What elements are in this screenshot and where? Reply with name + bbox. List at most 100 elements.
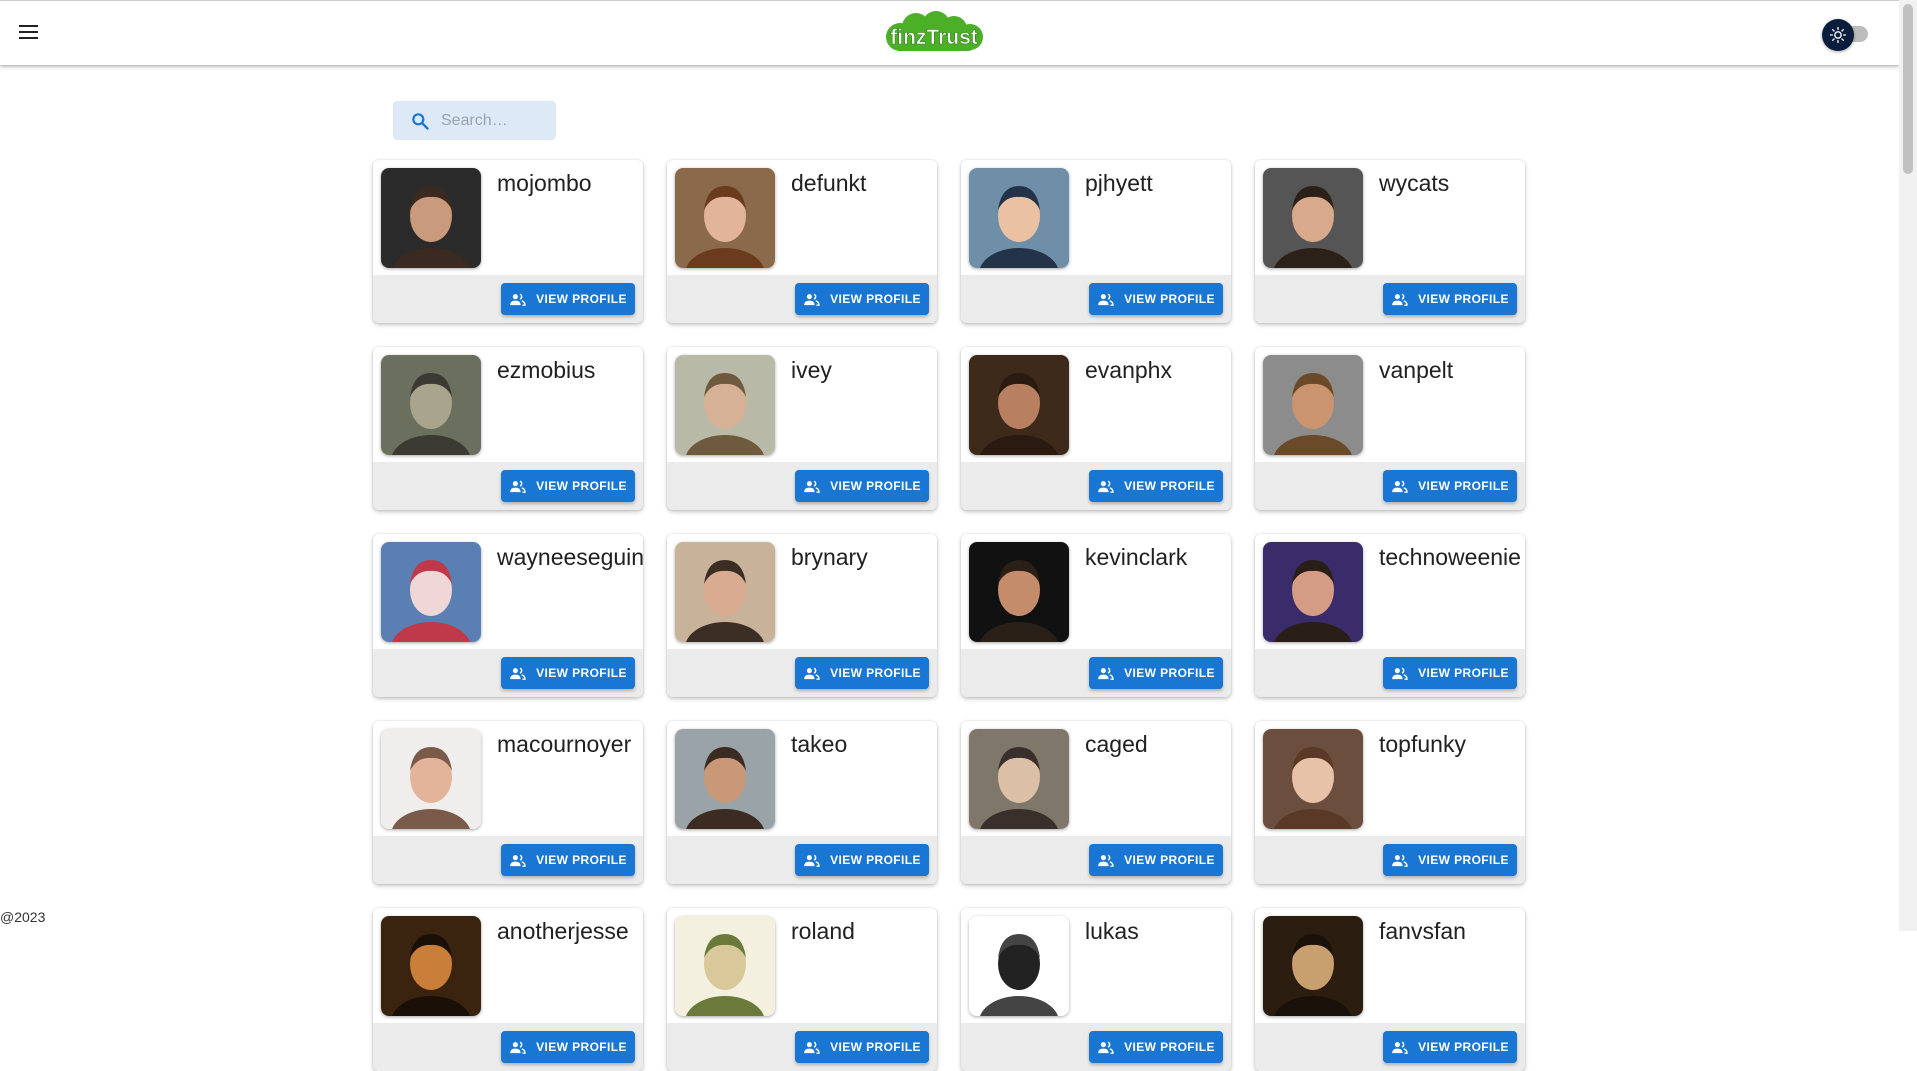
search-input[interactable]	[439, 110, 553, 131]
people-icon	[1392, 293, 1408, 306]
view-profile-button[interactable]: VIEW PROFILE	[1383, 844, 1517, 876]
view-profile-button[interactable]: VIEW PROFILE	[795, 657, 929, 689]
view-profile-button[interactable]: VIEW PROFILE	[1089, 1031, 1223, 1063]
avatar[interactable]	[381, 355, 481, 455]
username: takeo	[791, 731, 848, 757]
app-bar: finzTrust	[0, 0, 1899, 65]
avatar[interactable]	[969, 729, 1069, 829]
page-scrollbar[interactable]	[1899, 0, 1917, 931]
username: topfunky	[1379, 731, 1466, 757]
view-profile-label: VIEW PROFILE	[830, 1040, 921, 1054]
avatar[interactable]	[675, 916, 775, 1016]
user-card: evanphx VIEW PROFILE	[961, 347, 1231, 510]
avatar[interactable]	[675, 542, 775, 642]
people-icon	[1098, 1041, 1114, 1054]
user-card: wycats VIEW PROFILE	[1255, 160, 1525, 323]
username: defunkt	[791, 170, 867, 196]
avatar[interactable]	[381, 729, 481, 829]
avatar[interactable]	[969, 355, 1069, 455]
view-profile-button[interactable]: VIEW PROFILE	[1383, 283, 1517, 315]
view-profile-label: VIEW PROFILE	[1124, 853, 1215, 867]
user-card: macournoyer VIEW PROFILE	[373, 721, 643, 884]
username: vanpelt	[1379, 357, 1454, 383]
people-icon	[1098, 854, 1114, 867]
user-card: brynary VIEW PROFILE	[667, 534, 937, 697]
people-icon	[1392, 480, 1408, 493]
view-profile-label: VIEW PROFILE	[830, 853, 921, 867]
view-profile-label: VIEW PROFILE	[830, 666, 921, 680]
view-profile-button[interactable]: VIEW PROFILE	[1383, 470, 1517, 502]
username: mojombo	[497, 170, 592, 196]
user-card: roland VIEW PROFILE	[667, 908, 937, 1071]
svg-text:finzTrust: finzTrust	[890, 26, 978, 49]
view-profile-label: VIEW PROFILE	[1124, 292, 1215, 306]
card-actions: VIEW PROFILE	[667, 462, 937, 510]
avatar[interactable]	[1263, 355, 1363, 455]
people-icon	[510, 667, 526, 680]
view-profile-button[interactable]: VIEW PROFILE	[501, 470, 635, 502]
people-icon	[510, 293, 526, 306]
avatar[interactable]	[381, 916, 481, 1016]
card-actions: VIEW PROFILE	[373, 462, 643, 510]
username: technoweenie	[1379, 544, 1521, 570]
avatar[interactable]	[675, 729, 775, 829]
view-profile-button[interactable]: VIEW PROFILE	[1089, 470, 1223, 502]
people-icon	[1392, 1041, 1408, 1054]
view-profile-label: VIEW PROFILE	[1124, 479, 1215, 493]
view-profile-button[interactable]: VIEW PROFILE	[501, 283, 635, 315]
search-box[interactable]	[393, 101, 556, 140]
view-profile-button[interactable]: VIEW PROFILE	[795, 844, 929, 876]
username: evanphx	[1085, 357, 1172, 383]
copyright-text: @2023	[0, 909, 46, 925]
avatar[interactable]	[381, 168, 481, 268]
view-profile-label: VIEW PROFILE	[1124, 1040, 1215, 1054]
menu-icon[interactable]	[14, 21, 44, 47]
view-profile-button[interactable]: VIEW PROFILE	[795, 1031, 929, 1063]
user-card: anotherjesse VIEW PROFILE	[373, 908, 643, 1071]
view-profile-button[interactable]: VIEW PROFILE	[1089, 657, 1223, 689]
username: macournoyer	[497, 731, 632, 757]
scrollbar-thumb[interactable]	[1903, 4, 1913, 174]
avatar[interactable]	[1263, 729, 1363, 829]
view-profile-button[interactable]: VIEW PROFILE	[1383, 657, 1517, 689]
avatar[interactable]	[969, 916, 1069, 1016]
people-icon	[1098, 293, 1114, 306]
theme-toggle[interactable]	[1822, 19, 1872, 51]
avatar[interactable]	[381, 542, 481, 642]
username: roland	[791, 918, 855, 944]
view-profile-button[interactable]: VIEW PROFILE	[501, 1031, 635, 1063]
avatar[interactable]	[675, 168, 775, 268]
view-profile-button[interactable]: VIEW PROFILE	[795, 283, 929, 315]
view-profile-button[interactable]: VIEW PROFILE	[1383, 1031, 1517, 1063]
view-profile-label: VIEW PROFILE	[1418, 853, 1509, 867]
card-actions: VIEW PROFILE	[373, 836, 643, 884]
people-icon	[510, 1041, 526, 1054]
card-actions: VIEW PROFILE	[961, 275, 1231, 323]
avatar[interactable]	[1263, 916, 1363, 1016]
view-profile-label: VIEW PROFILE	[536, 1040, 627, 1054]
view-profile-button[interactable]: VIEW PROFILE	[1089, 283, 1223, 315]
card-actions: VIEW PROFILE	[373, 1023, 643, 1071]
people-icon	[1392, 854, 1408, 867]
avatar[interactable]	[1263, 542, 1363, 642]
card-actions: VIEW PROFILE	[961, 836, 1231, 884]
search-icon	[412, 112, 429, 130]
view-profile-button[interactable]: VIEW PROFILE	[501, 844, 635, 876]
card-actions: VIEW PROFILE	[1255, 836, 1525, 884]
card-actions: VIEW PROFILE	[667, 275, 937, 323]
avatar[interactable]	[1263, 168, 1363, 268]
people-icon	[804, 480, 820, 493]
avatar[interactable]	[969, 542, 1069, 642]
avatar[interactable]	[675, 355, 775, 455]
username: wycats	[1379, 170, 1450, 196]
finztrust-logo[interactable]: finzTrust	[878, 11, 990, 55]
view-profile-button[interactable]: VIEW PROFILE	[1089, 844, 1223, 876]
view-profile-button[interactable]: VIEW PROFILE	[795, 470, 929, 502]
card-actions: VIEW PROFILE	[1255, 275, 1525, 323]
avatar[interactable]	[969, 168, 1069, 268]
user-card: wayneeseguin VIEW PROFILE	[373, 534, 643, 697]
view-profile-label: VIEW PROFILE	[536, 479, 627, 493]
card-actions: VIEW PROFILE	[667, 1023, 937, 1071]
view-profile-button[interactable]: VIEW PROFILE	[501, 657, 635, 689]
card-actions: VIEW PROFILE	[961, 462, 1231, 510]
